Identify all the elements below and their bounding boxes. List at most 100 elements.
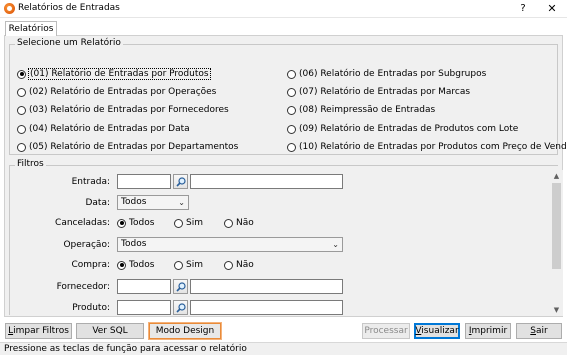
title-bar: Relatórios de Entradas ? ✕ [0,0,567,18]
filters-legend: Filtros [15,159,46,169]
sair-button[interactable]: Sair [516,323,562,339]
operacao-label: Operação: [63,240,110,250]
produto-label: Produto: [72,303,110,313]
operacao-select-value: Todos [121,239,147,249]
app-icon [4,3,15,14]
report-option-01[interactable]: (01) Relatório de Entradas por Produtos [17,67,211,81]
radio-icon[interactable] [17,142,26,152]
report-option-06[interactable]: (06) Relatório de Entradas por Subgrupos [287,67,486,81]
radio-icon[interactable] [224,218,233,228]
radio-icon[interactable] [117,218,126,228]
visualizar-label: isualizar [421,326,459,336]
radio-label: Sim [186,260,203,270]
produto-desc-input[interactable] [190,300,343,315]
report-option-03[interactable]: (03) Relatório de Entradas por Fornecedo… [17,103,229,117]
visualizar-button[interactable]: Visualizar [414,323,460,339]
limpar-filtros-button[interactable]: Limpar Filtros [5,323,72,339]
report-option-09[interactable]: (09) Relatório de Entradas de Produtos c… [287,122,518,136]
produto-code-input[interactable] [117,300,171,315]
radio-icon[interactable] [287,105,296,115]
canceladas-todos[interactable]: Todos [117,216,154,230]
processar-button[interactable]: Processar [362,323,410,339]
canceladas-nao[interactable]: Não [224,216,254,230]
compra-label: Compra: [71,260,110,270]
report-selection-group: Selecione um Relatório (01) Relatório de… [9,38,567,155]
report-option-label: (05) Relatório de Entradas por Departame… [29,142,239,152]
search-icon [176,303,186,313]
chevron-down-icon: ⌄ [178,198,185,207]
report-option-label: (02) Relatório de Entradas por Operações [29,87,217,97]
fornecedor-label: Fornecedor: [56,282,110,292]
radio-label: Não [236,260,254,270]
radio-icon[interactable] [17,124,26,134]
report-option-label: (03) Relatório de Entradas por Fornecedo… [29,105,229,115]
scroll-up-arrow-icon[interactable]: ▲ [550,170,563,182]
report-option-10[interactable]: (10) Relatório de Entradas por Produtos … [287,140,567,154]
close-icon[interactable]: ✕ [538,0,566,18]
status-bar: Pressione as teclas de função para acess… [0,342,567,355]
report-option-label: (04) Relatório de Entradas por Data [29,124,190,134]
filters-scrollbar[interactable]: ▲ ▼ [550,170,563,316]
report-option-04[interactable]: (04) Relatório de Entradas por Data [17,122,190,136]
fornecedor-search-button[interactable] [173,279,188,294]
compra-sim[interactable]: Sim [174,258,203,272]
report-option-label: (10) Relatório de Entradas por Produtos … [299,142,567,152]
fornecedor-code-input[interactable] [117,279,171,294]
radio-icon[interactable] [287,142,296,152]
filters-group: Filtros Entrada: Data: Todos ⌄ Cancelada… [9,159,558,315]
radio-label: Todos [129,218,155,228]
radio-icon[interactable] [17,87,26,97]
report-option-label: (01) Relatório de Entradas por Produtos [28,68,211,80]
operacao-select[interactable]: Todos ⌄ [117,237,343,252]
entrada-search-button[interactable] [173,174,188,189]
modo-design-button[interactable]: Modo Design [149,323,221,339]
report-option-label: (06) Relatório de Entradas por Subgrupos [299,69,487,79]
help-button[interactable]: ? [509,0,537,18]
search-icon [176,177,186,187]
produto-search-button[interactable] [173,300,188,315]
report-option-label: (08) Reimpressão de Entradas [299,105,436,115]
data-select-value: Todos [121,197,147,207]
report-option-02[interactable]: (02) Relatório de Entradas por Operações [17,85,216,99]
scrollbar-thumb[interactable] [552,183,561,269]
radio-icon[interactable] [287,87,296,97]
radio-icon[interactable] [174,218,183,228]
report-option-label: (07) Relatório de Entradas por Marcas [299,87,471,97]
radio-icon[interactable] [224,260,233,270]
data-label: Data: [85,198,110,208]
canceladas-label: Canceladas: [55,218,110,228]
report-option-05[interactable]: (05) Relatório de Entradas por Departame… [17,140,238,154]
imprimir-label: mprimir [471,326,508,336]
compra-nao[interactable]: Não [224,258,254,272]
radio-icon[interactable] [174,260,183,270]
radio-icon[interactable] [17,105,26,115]
radio-icon[interactable] [17,69,26,79]
tab-panel: Selecione um Relatório (01) Relatório de… [4,35,567,317]
compra-todos[interactable]: Todos [117,258,154,272]
report-option-label: (09) Relatório de Entradas de Produtos c… [299,124,519,134]
canceladas-sim[interactable]: Sim [174,216,203,230]
radio-icon[interactable] [287,69,296,79]
limpar-label: impar Filtros [13,326,69,336]
window-title: Relatórios de Entradas [18,3,120,13]
ver-sql-button[interactable]: Ver SQL [76,323,144,339]
scroll-down-arrow-icon[interactable]: ▼ [550,304,563,316]
radio-label: Sim [186,218,203,228]
entrada-code-input[interactable] [117,174,171,189]
tab-relatorios[interactable]: Relatórios [5,21,57,36]
report-selection-legend: Selecione um Relatório [15,38,123,48]
entrada-label: Entrada: [71,177,110,187]
chevron-down-icon: ⌄ [332,240,339,249]
fornecedor-desc-input[interactable] [190,279,343,294]
radio-label: Todos [129,260,155,270]
report-option-08[interactable]: (08) Reimpressão de Entradas [287,103,435,117]
imprimir-button[interactable]: Imprimir [465,323,511,339]
data-select[interactable]: Todos ⌄ [117,195,189,210]
search-icon [176,282,186,292]
entrada-desc-input[interactable] [190,174,343,189]
report-option-07[interactable]: (07) Relatório de Entradas por Marcas [287,85,470,99]
radio-label: Não [236,218,254,228]
radio-icon[interactable] [287,124,296,134]
sair-label: air [536,326,548,336]
radio-icon[interactable] [117,260,126,270]
